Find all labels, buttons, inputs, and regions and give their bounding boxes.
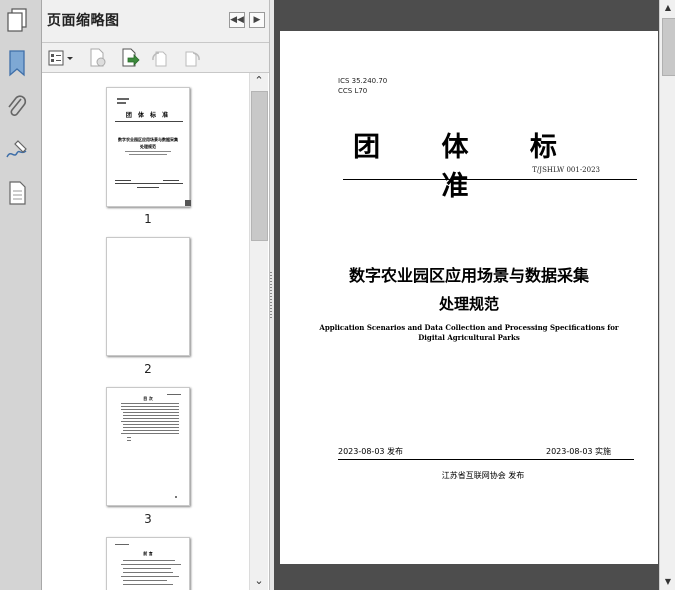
thumb1-title: 数字农业园区应用场景与数据采集 <box>118 137 178 142</box>
page-thumbnail-2[interactable] <box>106 237 190 356</box>
signature-icon[interactable] <box>4 135 30 165</box>
document-heading: 团 体 标 准 <box>353 132 583 202</box>
thumbnail-label: 3 <box>144 512 152 526</box>
navigation-rail <box>0 0 42 590</box>
document-page: ICS 35.240.70 CCS L70 团 体 标 准 T/JSHLW 00… <box>280 31 658 564</box>
document-title-line1: 数字农业园区应用场景与数据采集 <box>348 266 589 285</box>
thumbnail-label: 1 <box>144 212 152 226</box>
attachment-icon[interactable] <box>4 92 30 122</box>
ccs-code: CCS L70 <box>338 87 368 95</box>
page-thumbnail-4[interactable]: 前 言 <box>106 537 190 590</box>
thumb1-heading: 团 体 标 准 <box>125 112 171 119</box>
thumbnail-scrollbar[interactable]: ⌃ ⌄ <box>249 73 268 590</box>
english-title-line2: Digital Agricultural Parks <box>418 333 520 342</box>
panel-title: 页面缩略图 <box>47 13 120 29</box>
thumb1-subtitle: 处理规范 <box>140 144 156 149</box>
thumbnail-toolbar <box>42 43 270 73</box>
scrollbar-thumb[interactable] <box>251 91 268 241</box>
standard-code: T/JSHLW 001-2023 <box>532 166 600 174</box>
thumbnail-list: 团 体 标 准 数字农业园区应用场景与数据采集 处理规范 1 2 目 次 3 前… <box>42 73 249 590</box>
pages-icon[interactable] <box>4 5 30 35</box>
thumbnail-panel-header: 页面缩略图 ◀◀ ▶ <box>42 0 270 43</box>
publish-date: 2023-08-03 发布 <box>338 447 404 456</box>
heading-rule <box>343 179 637 180</box>
delete-page-icon[interactable] <box>88 48 108 68</box>
footer-rule <box>338 459 634 460</box>
collapse-panel-button[interactable]: ◀◀ <box>229 12 245 28</box>
implement-date: 2023-08-03 实施 <box>546 447 612 456</box>
scroll-up-button[interactable]: ⌃ <box>252 73 266 89</box>
splitter-grip <box>270 272 272 320</box>
thumb3-heading: 目 次 <box>143 396 153 401</box>
scrollbar-thumb[interactable] <box>662 18 675 76</box>
bookmark-icon[interactable] <box>4 48 30 78</box>
scroll-down-button[interactable]: ▼ <box>660 574 675 590</box>
rotate-left-icon[interactable] <box>150 48 170 68</box>
rotate-right-icon[interactable] <box>182 48 202 68</box>
insert-page-icon[interactable] <box>120 48 140 68</box>
english-title-line1: Application Scenarios and Data Collectio… <box>319 323 619 332</box>
thumbnail-label: 2 <box>144 362 152 376</box>
ics-code: ICS 35.240.70 <box>338 77 388 85</box>
scroll-down-button[interactable]: ⌄ <box>252 573 266 589</box>
page-thumbnail-1[interactable]: 团 体 标 准 数字农业园区应用场景与数据采集 处理规范 <box>106 87 190 207</box>
publisher: 江苏省互联网协会 发布 <box>441 471 525 480</box>
document-icon[interactable] <box>4 178 30 208</box>
document-scrollbar[interactable]: ▲ ▼ <box>659 0 675 590</box>
expand-panel-button[interactable]: ▶ <box>249 12 265 28</box>
document-title-line2: 处理规范 <box>438 295 499 313</box>
thumb4-heading: 前 言 <box>143 551 153 556</box>
options-menu-icon[interactable] <box>47 48 75 68</box>
scroll-up-button[interactable]: ▲ <box>660 0 675 16</box>
thumbnail-resize-handle[interactable] <box>185 200 191 206</box>
page-thumbnail-3[interactable]: 目 次 <box>106 387 190 506</box>
